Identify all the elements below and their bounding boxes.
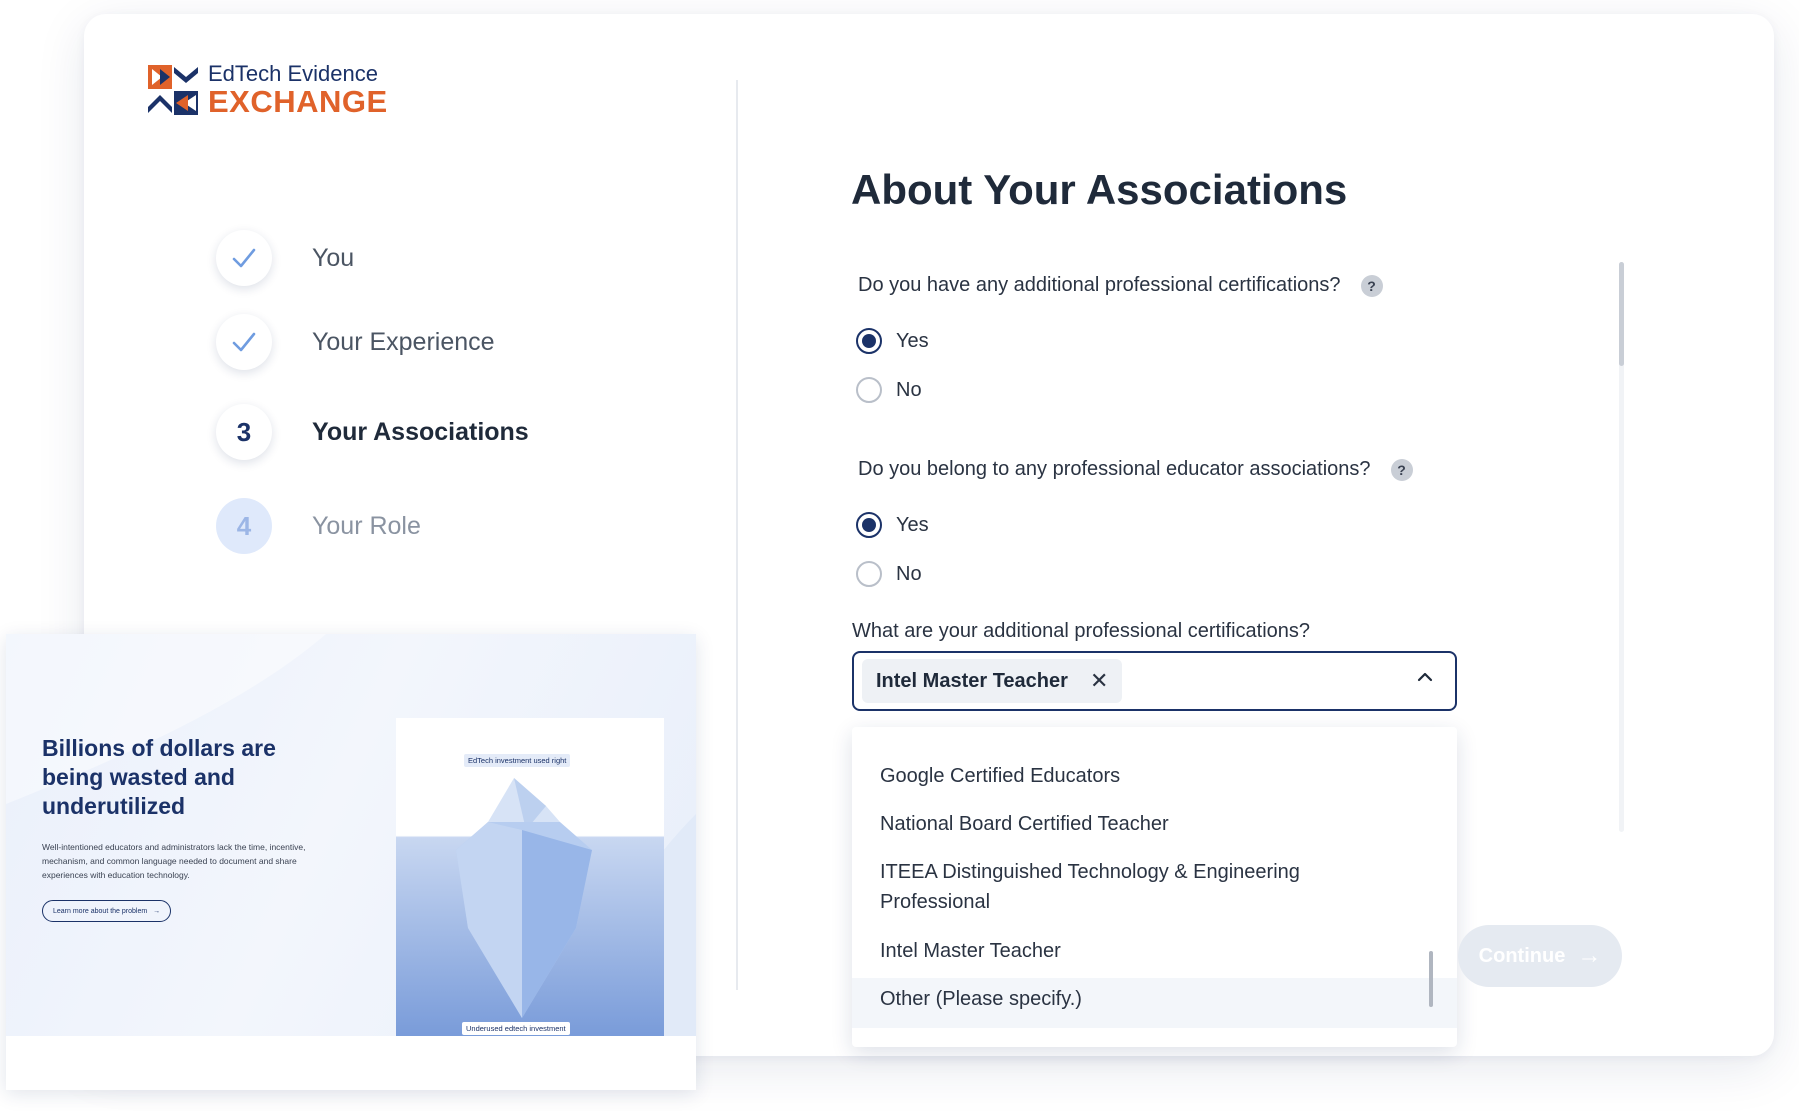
radio-certifications-no[interactable]: No	[856, 377, 922, 403]
dropdown-option[interactable]: National Board Certified Teacher	[852, 809, 1457, 839]
question-associations: Do you belong to any professional educat…	[858, 458, 1413, 481]
step-you[interactable]: You	[216, 230, 354, 286]
promo-panel: Billions of dollars are being wasted and…	[6, 634, 696, 1090]
iceberg-illustration	[456, 778, 592, 1018]
continue-button[interactable]: Continue →	[1458, 925, 1622, 987]
radio-label: No	[896, 562, 922, 585]
radio-associations-no[interactable]: No	[856, 561, 922, 587]
step-label: Your Associations	[312, 417, 529, 446]
radio-checked-icon	[856, 512, 882, 538]
brand-wordmark: EdTech Evidence EXCHANGE	[208, 62, 388, 118]
dropdown-option-highlighted[interactable]: Other (Please specify.)	[852, 978, 1457, 1028]
question-text: Do you have any additional professional …	[858, 274, 1341, 296]
question-certifications: Do you have any additional professional …	[858, 274, 1383, 297]
dropdown-option[interactable]: Intel Master Teacher	[852, 936, 1457, 966]
dropdown-scrollbar-thumb[interactable]	[1429, 951, 1433, 1007]
continue-label: Continue	[1478, 944, 1566, 967]
promo-heading: Billions of dollars are being wasted and…	[42, 735, 276, 819]
radio-certifications-yes[interactable]: Yes	[856, 328, 929, 354]
step-label: Your Role	[312, 511, 421, 540]
dropdown-option[interactable]: Google Certified Educators	[852, 761, 1457, 791]
radio-unchecked-icon	[856, 377, 882, 403]
brand-line1: EdTech Evidence	[208, 61, 378, 86]
arrow-right-icon: →	[1577, 942, 1602, 969]
promo-body: Well-intentioned educators and administr…	[42, 842, 306, 880]
step-your-experience[interactable]: Your Experience	[216, 314, 495, 370]
arrow-right-icon: →	[153, 907, 161, 915]
certifications-dropdown: Google Certified Educators National Boar…	[852, 727, 1457, 1047]
report-cover: EdTech investment used right Underused e…	[396, 718, 664, 1064]
step-label: You	[312, 243, 355, 272]
help-icon[interactable]: ?	[1360, 274, 1383, 297]
cover-top-label: EdTech investment used right	[464, 754, 571, 767]
step-your-role[interactable]: 4 Your Role	[216, 498, 421, 554]
brand-line2: EXCHANGE	[208, 84, 388, 119]
help-icon[interactable]: ?	[1390, 458, 1413, 481]
question-text: Do you belong to any professional educat…	[858, 458, 1371, 480]
step-number: 3	[216, 404, 272, 460]
step-your-associations[interactable]: 3 Your Associations	[216, 404, 529, 460]
dropdown-option[interactable]: ITEEA Distinguished Technology & Enginee…	[852, 857, 1352, 917]
form-scrollbar-thumb[interactable]	[1619, 262, 1624, 366]
radio-associations-yes[interactable]: Yes	[856, 512, 929, 538]
radio-label: Yes	[896, 329, 929, 352]
step-done-badge	[216, 230, 272, 286]
brand-logo[interactable]: EdTech Evidence EXCHANGE	[148, 62, 388, 118]
radio-unchecked-icon	[856, 561, 882, 587]
column-divider	[736, 80, 738, 990]
radio-label: Yes	[896, 513, 929, 536]
learn-more-label: Learn more about the problem	[53, 907, 148, 915]
exchange-logo-icon	[148, 65, 198, 115]
page-title: About Your Associations	[851, 166, 1348, 213]
chip-label: Intel Master Teacher	[876, 669, 1068, 692]
promo-footer	[6, 1036, 696, 1090]
remove-chip-icon[interactable]: ✕	[1090, 670, 1108, 692]
step-done-badge	[216, 314, 272, 370]
checkmark-icon	[232, 332, 256, 352]
certifications-label: What are your additional professional ce…	[852, 620, 1311, 642]
chevron-up-icon[interactable]	[1417, 669, 1433, 685]
radio-label: No	[896, 378, 922, 401]
selected-chip: Intel Master Teacher ✕	[862, 659, 1123, 703]
certifications-multiselect[interactable]: Intel Master Teacher ✕	[852, 651, 1457, 711]
checkmark-icon	[232, 248, 256, 268]
step-number: 4	[216, 498, 272, 554]
learn-more-button[interactable]: Learn more about the problem →	[42, 900, 172, 922]
step-label: Your Experience	[312, 327, 495, 356]
cover-bottom-label: Underused edtech investment	[462, 1022, 570, 1035]
radio-checked-icon	[856, 328, 882, 354]
